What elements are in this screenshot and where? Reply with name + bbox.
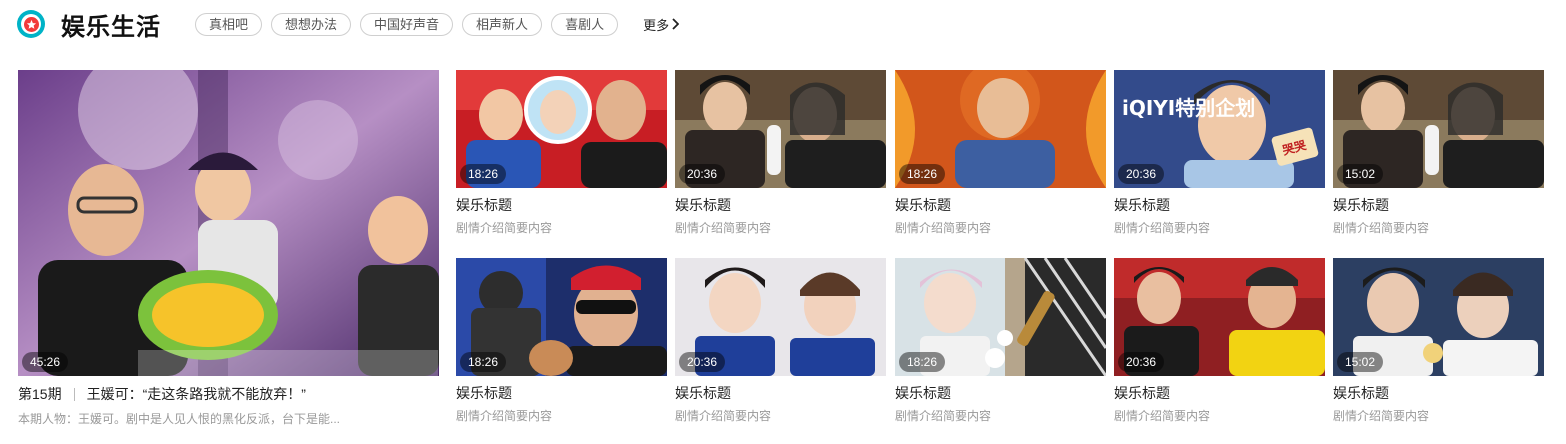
video-duration: 45:26 (22, 352, 69, 372)
featured-video[interactable]: 45:26 第15期 王媛可：“走这条路我就不能放弃！” 本期人物：王媛可。剧中… (18, 70, 439, 427)
video-duration: 15:02 (1337, 164, 1384, 184)
more-label: 更多 (643, 17, 670, 33)
video-title[interactable]: 娱乐标题 (895, 195, 1106, 215)
video-thumbnail[interactable]: 15:02 (1333, 70, 1544, 188)
video-title[interactable]: 娱乐标题 (1333, 383, 1544, 403)
video-duration: 20:36 (1118, 164, 1165, 184)
tag-item[interactable]: 真相吧 (195, 12, 263, 36)
thumbnail-logo: iQIYI特别企划 (1122, 96, 1255, 120)
video-duration: 20:36 (679, 352, 726, 372)
video-thumbnail[interactable]: 20:36 (1114, 258, 1325, 376)
video-description: 剧情介绍简要内容 (456, 221, 553, 235)
video-duration: 20:36 (1118, 352, 1165, 372)
video-description: 剧情介绍简要内容 (1333, 221, 1430, 235)
video-thumbnail[interactable]: 18:26 (895, 70, 1106, 188)
video-description: 剧情介绍简要内容 (1333, 409, 1430, 423)
video-thumbnail[interactable]: 18:26 (895, 258, 1106, 376)
star-in-circle-icon (17, 10, 45, 38)
video-card[interactable]: iQIYI特别企划 哭哭 20:36 娱乐标题 剧情介绍简要内容 (1114, 70, 1325, 236)
featured-thumbnail[interactable]: 45:26 (18, 70, 439, 376)
video-title[interactable]: 娱乐标题 (456, 195, 667, 215)
video-duration: 20:36 (679, 164, 726, 184)
video-duration: 15:02 (1337, 352, 1384, 372)
video-title[interactable]: 娱乐标题 (675, 195, 886, 215)
featured-title[interactable]: 王媛可：“走这条路我就不能放弃！” (87, 384, 306, 404)
video-card[interactable]: 20:36 娱乐标题 剧情介绍简要内容 (675, 70, 886, 236)
video-title[interactable]: 娱乐标题 (456, 383, 667, 403)
featured-description: 本期人物：王媛可。剧中是人见人恨的黑化反派，台下是能... (18, 412, 341, 426)
video-card[interactable]: 18:26 娱乐标题 剧情介绍简要内容 (456, 258, 667, 424)
tag-item[interactable]: 喜剧人 (551, 12, 619, 36)
video-card[interactable]: 20:36 娱乐标题 剧情介绍简要内容 (1114, 258, 1325, 424)
tag-item[interactable]: 中国好声音 (360, 12, 454, 36)
video-duration: 18:26 (460, 352, 507, 372)
section-title: 娱乐生活 (61, 12, 161, 41)
more-link[interactable]: 更多 (643, 15, 680, 34)
video-title[interactable]: 娱乐标题 (675, 383, 886, 403)
video-card[interactable]: 15:02 娱乐标题 剧情介绍简要内容 (1333, 70, 1544, 236)
episode-number: 第15期 (18, 386, 62, 402)
video-thumbnail[interactable]: 20:36 (675, 70, 886, 188)
video-thumbnail[interactable]: 15:02 (1333, 258, 1544, 376)
tag-list: 真相吧 想想办法 中国好声音 相声新人 喜剧人 (195, 12, 627, 36)
video-description: 剧情介绍简要内容 (1114, 409, 1211, 423)
chevron-right-icon (672, 18, 680, 30)
video-thumbnail[interactable]: 20:36 (675, 258, 886, 376)
video-card[interactable]: 18:26 娱乐标题 剧情介绍简要内容 (895, 258, 1106, 424)
video-description: 剧情介绍简要内容 (675, 409, 772, 423)
video-card[interactable]: 15:02 娱乐标题 剧情介绍简要内容 (1333, 258, 1544, 424)
video-card[interactable]: 18:26 娱乐标题 剧情介绍简要内容 (895, 70, 1106, 236)
tag-item[interactable]: 相声新人 (462, 12, 543, 36)
video-description: 剧情介绍简要内容 (1114, 221, 1211, 235)
featured-image (18, 70, 439, 376)
video-thumbnail[interactable]: 18:26 (456, 70, 667, 188)
video-description: 剧情介绍简要内容 (456, 409, 553, 423)
featured-caption[interactable]: 第15期 王媛可：“走这条路我就不能放弃！” (18, 384, 439, 404)
video-card[interactable]: 18:26 娱乐标题 剧情介绍简要内容 (456, 70, 667, 236)
video-description: 剧情介绍简要内容 (675, 221, 772, 235)
video-duration: 18:26 (460, 164, 507, 184)
video-card[interactable]: 20:36 娱乐标题 剧情介绍简要内容 (675, 258, 886, 424)
section-header: 娱乐生活 真相吧 想想办法 中国好声音 相声新人 喜剧人 更多 (17, 8, 680, 41)
video-thumbnail[interactable]: 18:26 (456, 258, 667, 376)
video-title[interactable]: 娱乐标题 (895, 383, 1106, 403)
divider (73, 387, 75, 401)
video-title[interactable]: 娱乐标题 (1333, 195, 1544, 215)
video-description: 剧情介绍简要内容 (895, 221, 992, 235)
video-title[interactable]: 娱乐标题 (1114, 195, 1325, 215)
video-description: 剧情介绍简要内容 (895, 409, 992, 423)
video-duration: 18:26 (899, 164, 946, 184)
video-duration: 18:26 (899, 352, 946, 372)
tag-item[interactable]: 想想办法 (271, 12, 352, 36)
video-thumbnail[interactable]: iQIYI特别企划 哭哭 20:36 (1114, 70, 1325, 188)
video-title[interactable]: 娱乐标题 (1114, 383, 1325, 403)
